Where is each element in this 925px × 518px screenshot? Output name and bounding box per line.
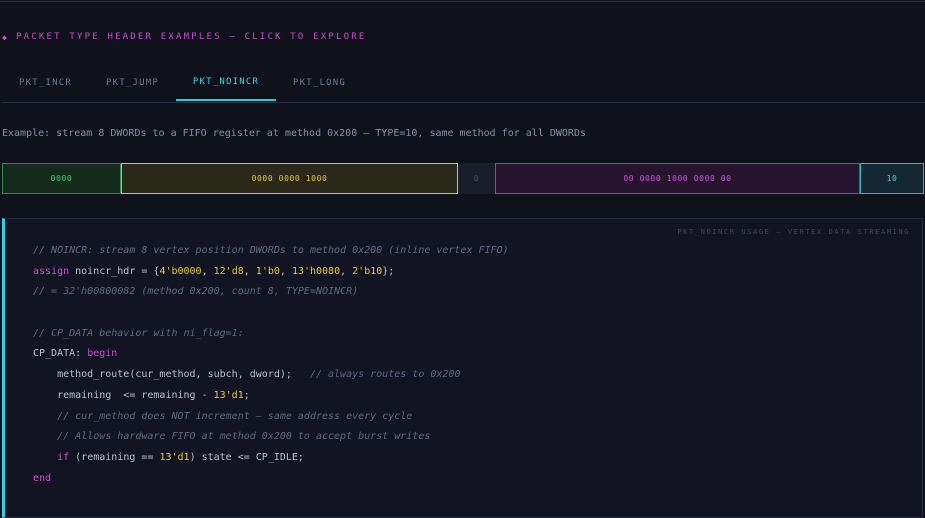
code-token: // Allows hardware FIFO at method 0x200 …	[57, 431, 431, 443]
code-token: 13'd1	[159, 451, 190, 463]
code-caption: PKT_NOINCR USAGE — VERTEX DATA STREAMING	[677, 228, 910, 236]
code-token: 4'b0000	[159, 265, 202, 277]
code-token: 1'b0	[255, 265, 280, 277]
code-line: // cur_method does NOT increment — same …	[33, 407, 509, 428]
bitfield-flag[interactable]: 0	[458, 163, 495, 194]
example-description: Example: stream 8 DWORDs to a FIFO regis…	[2, 128, 586, 139]
code-panel: PKT_NOINCR USAGE — VERTEX DATA STREAMING…	[2, 218, 923, 518]
code-token: ;	[243, 389, 250, 401]
code-line: remaining <= remaining - 13'd1;	[33, 386, 509, 407]
tab-pkt-incr[interactable]: PKT_INCR	[2, 64, 89, 101]
code-token: // CP_DATA behavior with ni_flag=1:	[33, 327, 244, 339]
code-token: end	[33, 472, 52, 484]
code-token: ,	[201, 265, 214, 277]
code-token: 13'd1	[213, 389, 244, 401]
code-line: assign noincr_hdr = {4'b0000, 12'd8, 1'b…	[33, 262, 509, 283]
code-token: // always routes to 0x200	[309, 369, 461, 381]
bitfield-opcode[interactable]: 0000	[2, 163, 121, 194]
code-token: ) state <= CP_IDLE;	[189, 451, 304, 463]
code-token: // cur_method does NOT increment — same …	[57, 410, 413, 422]
tab-pkt-long[interactable]: PKT_LONG	[276, 64, 363, 101]
code-token: begin	[87, 348, 118, 360]
code-line: // CP_DATA behavior with ni_flag=1:	[33, 324, 509, 345]
code-token: 13'h0080	[291, 265, 341, 277]
diamond-icon: ◆	[2, 32, 10, 42]
header-bit-fields: 0000 0000 0000 1000 0 00 0000 1000 0000 …	[2, 163, 924, 194]
code-token: 2'b10	[352, 265, 383, 277]
code-line: end	[33, 469, 509, 490]
code-line: if (remaining == 13'd1) state <= CP_IDLE…	[33, 448, 509, 469]
code-line: // NOINCR: stream 8 vertex position DWOR…	[33, 241, 509, 262]
code-token: ,	[243, 265, 256, 277]
code-token: };	[382, 265, 395, 277]
code-line: // Allows hardware FIFO at method 0x200 …	[33, 427, 509, 448]
code-block: // NOINCR: stream 8 vertex position DWOR…	[33, 241, 509, 489]
code-token: noincr_hdr = {	[69, 265, 160, 277]
code-line: // = 32'h00800082 (method 0x200, count 8…	[33, 282, 509, 303]
code-token: ,	[279, 265, 292, 277]
code-line: method_route(cur_method, subch, dword); …	[33, 365, 509, 386]
code-token: ,	[340, 265, 353, 277]
code-token: (remaining ==	[69, 451, 160, 463]
code-token: assign	[33, 265, 70, 277]
section-title: ◆ PACKET TYPE HEADER EXAMPLES — CLICK TO…	[2, 31, 366, 43]
code-token: if	[57, 451, 70, 463]
section-title-text: PACKET TYPE HEADER EXAMPLES — CLICK TO E…	[16, 32, 367, 42]
code-line: CP_DATA: begin	[33, 344, 509, 365]
tab-pkt-jump[interactable]: PKT_JUMP	[89, 64, 176, 101]
packet-type-tabs: PKT_INCR PKT_JUMP PKT_NOINCR PKT_LONG	[2, 64, 925, 103]
bitfield-count[interactable]: 0000 0000 1000	[121, 163, 458, 194]
tab-pkt-noincr[interactable]: PKT_NOINCR	[176, 64, 276, 101]
code-token: // NOINCR: stream 8 vertex position DWOR…	[33, 245, 509, 256]
bitfield-type[interactable]: 10	[860, 163, 924, 194]
code-token: CP_DATA:	[33, 348, 88, 360]
code-token: 12'd8	[213, 265, 244, 277]
top-divider	[0, 1, 925, 2]
code-token: method_route(cur_method, subch, dword);	[33, 369, 310, 381]
code-token: // = 32'h00800082 (method 0x200, count 8…	[33, 286, 359, 298]
bitfield-method[interactable]: 00 0000 1000 0000 00	[495, 163, 860, 194]
code-token: remaining <= remaining -	[33, 389, 214, 401]
